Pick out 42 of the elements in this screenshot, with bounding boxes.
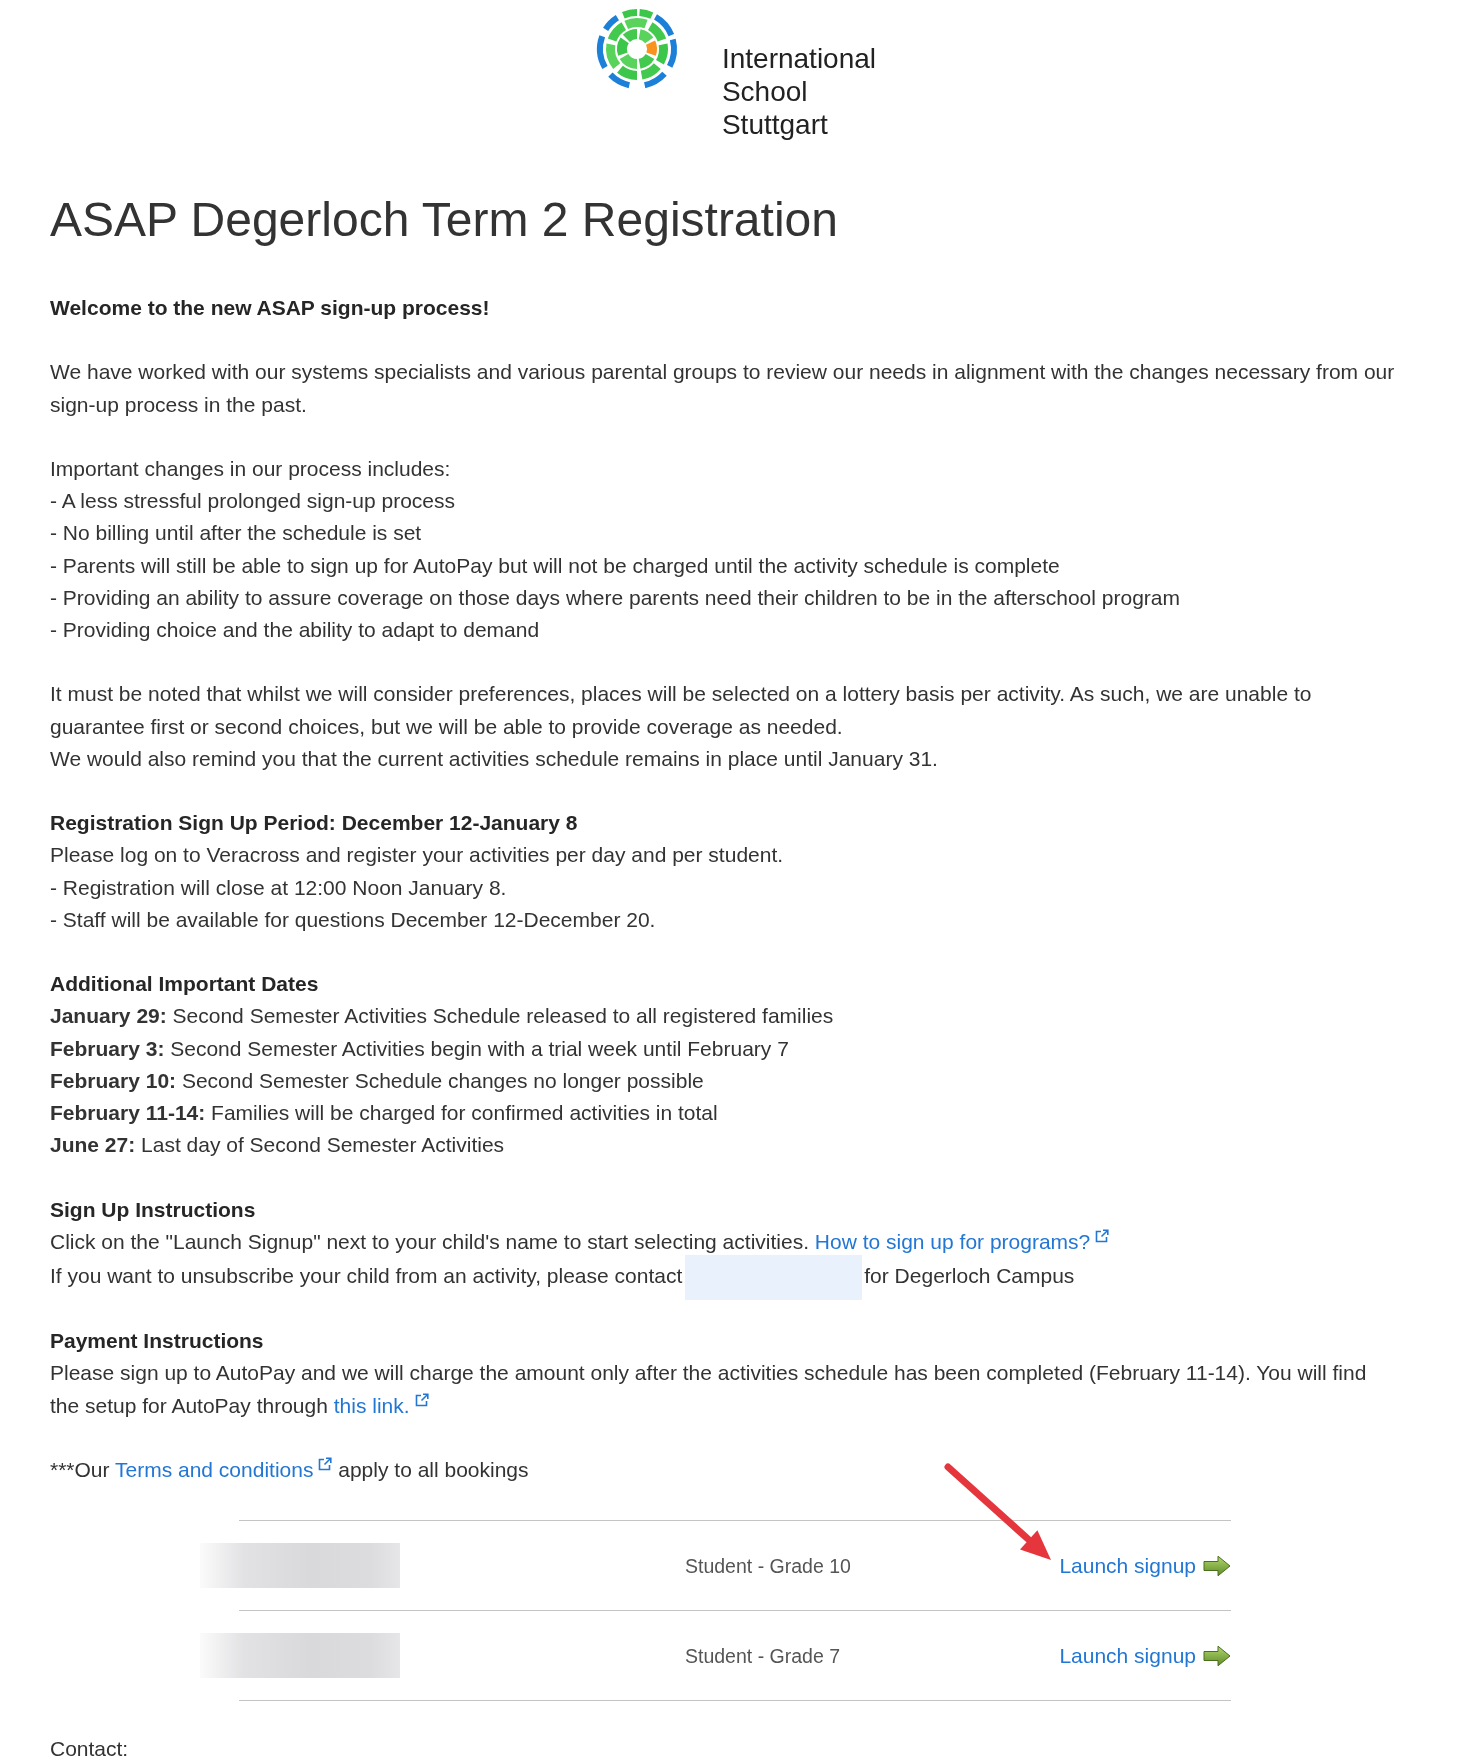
launch-signup-link[interactable]: Launch signup [1059,1551,1231,1580]
logo-text: International School Stuttgart [721,42,877,141]
instruction-text: Click on the "Launch Signup" next to your child's name to start selecting activities. How to sign up for programs? [50,1225,1110,1258]
section-heading: Additional Important Dates [50,971,319,998]
external-link-icon [318,1457,333,1471]
contact-text: If you want to unsubscribe your child from an activity, please contact [50,1264,683,1287]
registration-line: - Staff will be available for questions December 12-December 20. [50,906,656,933]
contact-text: for Degerloch Campus [864,1264,1075,1287]
change-item: - Parents will still be able to sign up for AutoPay but will not be charged until the activity schedule is complete [50,552,1060,579]
terms-link[interactable]: Terms and conditions [115,1458,333,1481]
intro-paragraph: We have worked with our systems specialists and various parental groups to review our needs in alignment with the changes necessary from our sign-up process in the past. [50,359,1396,418]
date-item: June 27: Last day of Second Semester Activities [50,1132,505,1159]
payment-text: Please sign up to AutoPay and we will charge the amount only after the activities schedule has been completed (February 11-14). You will find the setup for AutoPay through this link. [50,1360,1368,1419]
page-title: ASAP Degerloch Term 2 Registration [50,192,838,248]
notice-paragraph: We would also remind you that the current activities schedule remains in place until January 31. [50,745,938,772]
change-item: - Providing choice and the ability to adapt to demand [50,617,540,643]
launch-signup-link[interactable]: Launch signup [1059,1641,1231,1670]
changes-intro: Important changes in our process includes: [50,456,451,482]
section-heading: Payment Instructions [50,1328,264,1355]
change-item: - No billing until after the schedule is set [50,520,422,547]
date-item: January 29: Second Semester Activities Schedule released to all registered families [50,1003,834,1030]
notice-paragraph: It must be noted that whilst we will consider preferences, places will be selected on a lottery basis per activity. As such, we are unable to guarantee first or second choices, but we will be able to provide coverage as needed. [50,681,1313,740]
date-item: February 10: Second Semester Schedule changes no longer possible [50,1067,704,1094]
help-link[interactable]: How to sign up for programs? [814,1229,1110,1253]
welcome-heading: Welcome to the new ASAP sign-up process! [50,295,490,321]
arrow-right-icon [1203,1644,1231,1667]
registration-line: Please log on to Veracross and register your activities per day and per student. [50,842,784,869]
change-item: - Providing an ability to assure coverage on those days where parents need their children to be in the afterschool program [50,584,1180,611]
registration-line: - Registration will close at 12:00 Noon January 8. [50,874,507,901]
section-heading: Sign Up Instructions [50,1196,256,1223]
date-item: February 11-14: Families will be charged for confirmed activities in total [50,1100,718,1126]
autopay-link[interactable]: this link. [333,1393,429,1417]
external-link-icon [1095,1228,1110,1243]
external-link-icon [414,1392,429,1407]
arrow-right-icon [1203,1554,1231,1577]
date-item: February 3: Second Semester Activities begin with a trial week until February 7 [50,1035,789,1062]
contact-label: Contact: [50,1738,129,1761]
change-item: - A less stressful prolonged sign-up process [50,488,456,515]
section-heading: Registration Sign Up Period: December 12-January 8 [50,810,578,837]
student-grade-text: Student - Grade 10 [685,1553,852,1579]
student-grade-text: Student - Grade 7 [685,1643,841,1669]
terms-text: ***Our Terms and conditions apply to all bookings [50,1456,529,1483]
